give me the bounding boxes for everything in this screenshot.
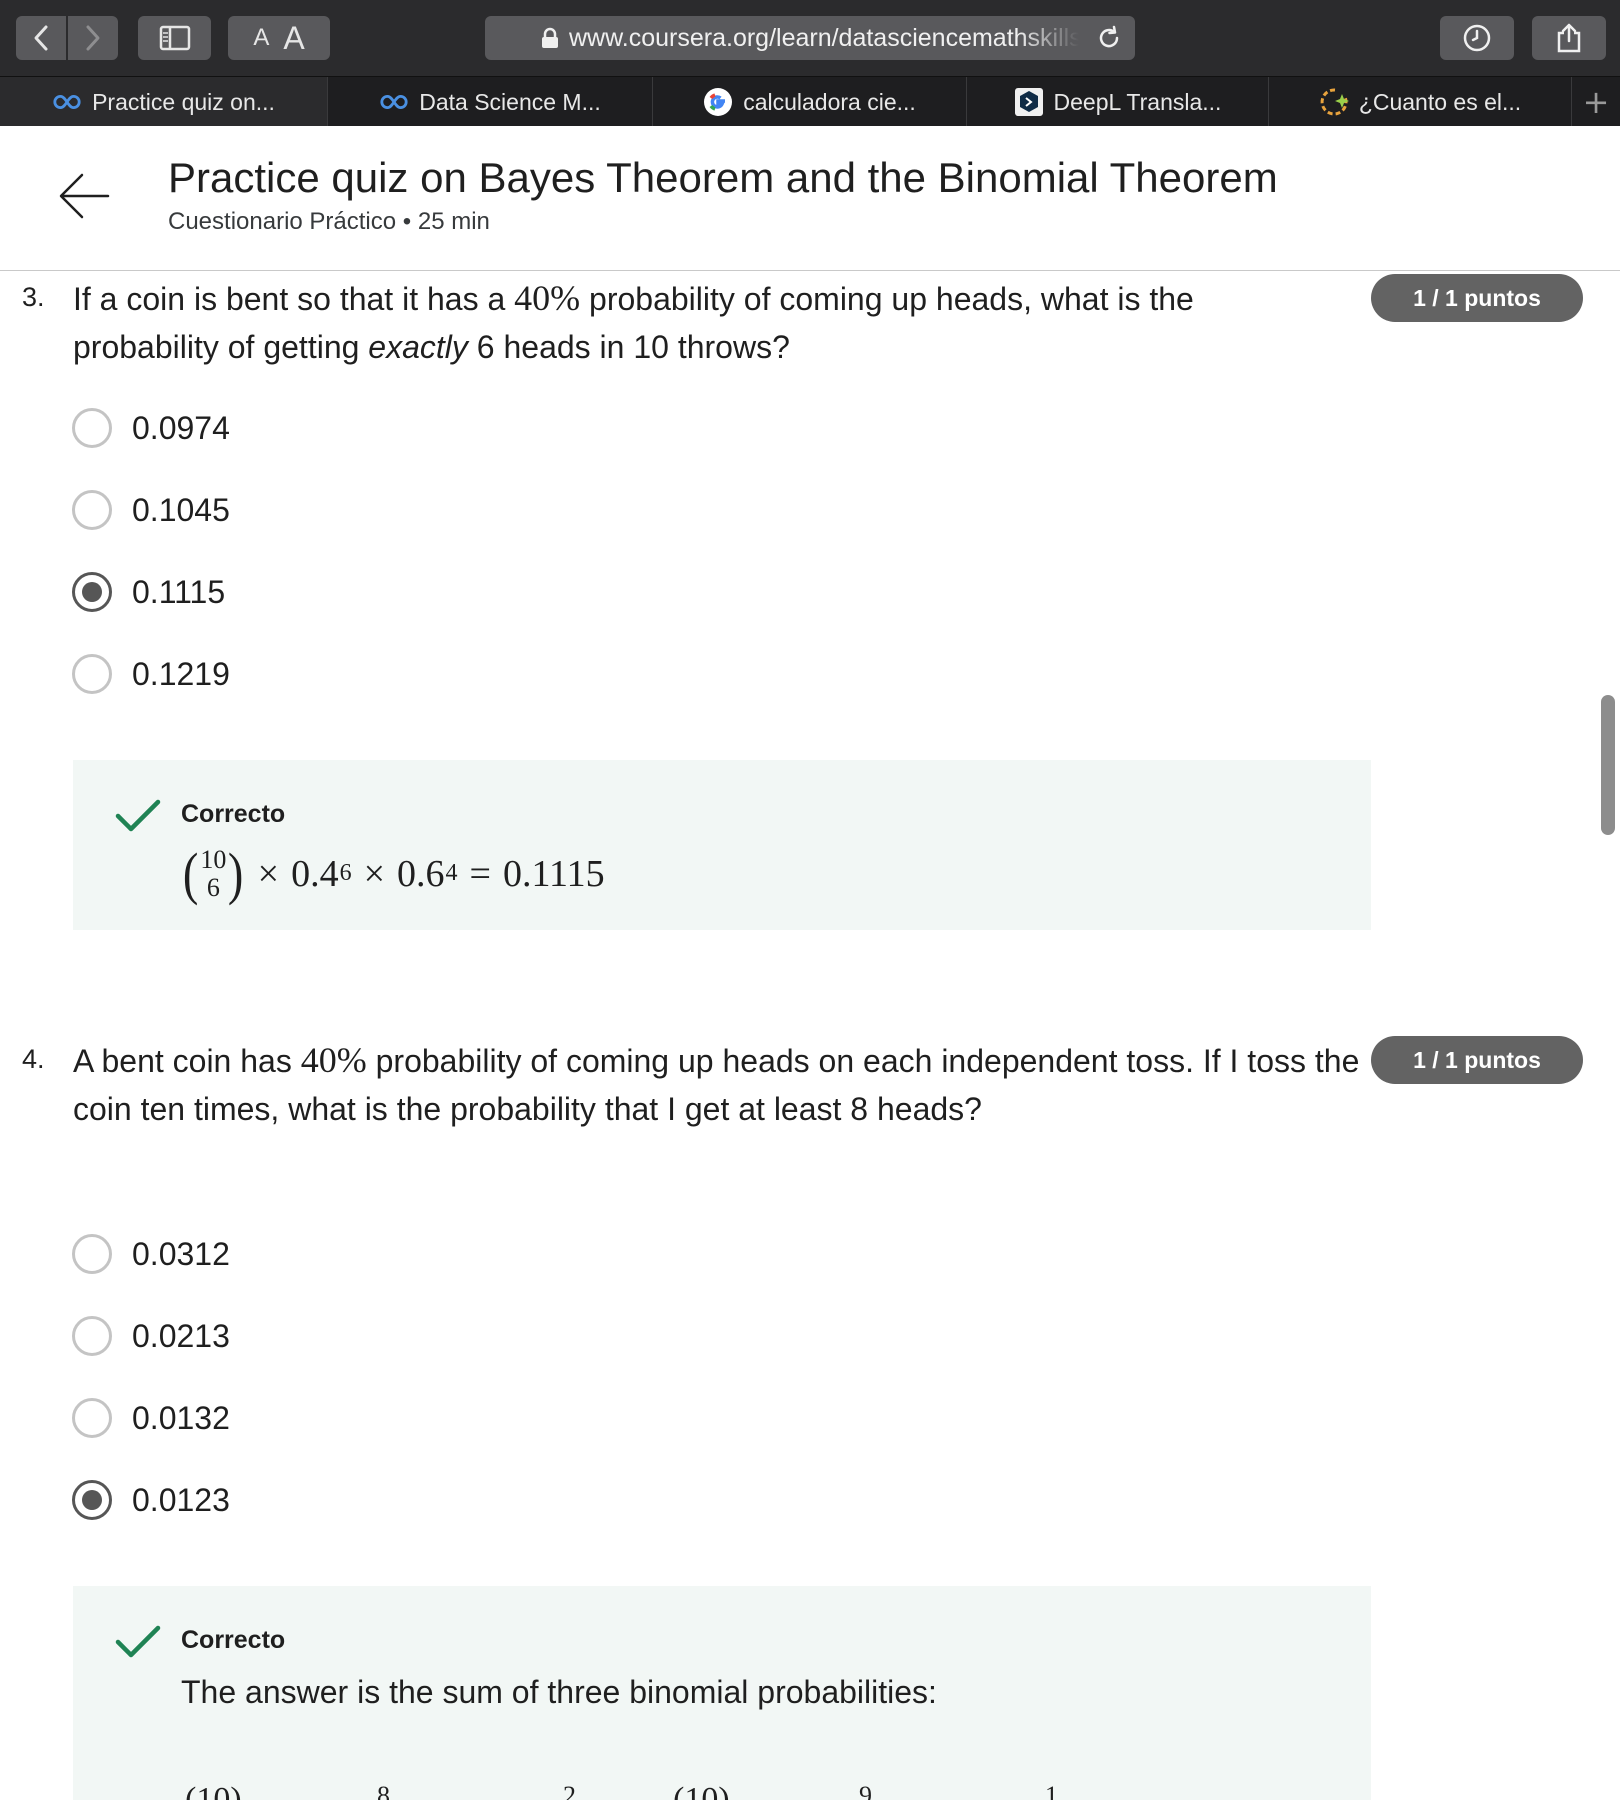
answer-option[interactable]: 0.0132 <box>72 1396 230 1440</box>
option-label: 0.1045 <box>132 491 230 528</box>
feedback-formula: ( 10 6 ) × 0.4 6 × 0.6 4 = 0.1115 <box>182 841 605 906</box>
option-label: 0.0123 <box>132 1481 230 1518</box>
tab-label: ¿Cuanto es el... <box>1358 88 1522 115</box>
answer-option[interactable]: 0.1115 <box>72 570 225 614</box>
chevron-right-icon <box>86 25 100 51</box>
radio-button-selected[interactable] <box>72 1480 112 1520</box>
answer-option[interactable]: 0.1045 <box>72 488 230 532</box>
option-label: 0.1219 <box>132 655 230 692</box>
clock-icon <box>1463 24 1491 52</box>
tab-label: calculadora cie... <box>743 88 916 115</box>
answer-option[interactable]: 0.0213 <box>72 1314 230 1358</box>
radio-button[interactable] <box>72 1398 112 1438</box>
option-label: 0.0312 <box>132 1235 230 1272</box>
tab-data-science[interactable]: Data Science M... <box>328 77 653 127</box>
coursera-icon <box>52 87 82 117</box>
quiz-header: Practice quiz on Bayes Theorem and the B… <box>0 126 1620 271</box>
tab-label: Practice quiz on... <box>92 88 275 115</box>
tab-practice-quiz[interactable]: Practice quiz on... <box>0 77 328 127</box>
lock-icon <box>542 27 558 48</box>
feedback-text: The answer is the sum of three binomial … <box>181 1674 937 1710</box>
page-subtitle: Cuestionario Práctico • 25 min <box>168 208 490 235</box>
tab-calculadora[interactable]: calculadora cie... <box>653 77 967 127</box>
chevron-left-icon <box>34 25 48 51</box>
history-button[interactable] <box>1440 16 1514 60</box>
forward-button[interactable] <box>68 16 118 60</box>
checkmark-icon <box>115 799 161 832</box>
scrollbar-thumb[interactable] <box>1601 695 1615 835</box>
new-tab-button[interactable]: + <box>1572 77 1620 127</box>
binomial-coefficient: ( 10 6 ) <box>182 841 244 906</box>
points-badge: 1 / 1 puntos <box>1371 1036 1583 1084</box>
text-size-large-label: A <box>283 19 305 56</box>
answer-option[interactable]: 0.0123 <box>72 1478 230 1522</box>
share-button[interactable] <box>1532 16 1606 60</box>
tab-label: DeepL Transla... <box>1053 88 1222 115</box>
share-icon <box>1557 23 1581 53</box>
address-bar[interactable]: www.coursera.org/learn/datasciencemathsk… <box>485 16 1135 60</box>
points-badge: 1 / 1 puntos <box>1371 274 1583 322</box>
feedback-box: Correcto ( 10 6 ) × 0.4 6 × 0.6 4 = 0.1115 <box>73 760 1371 930</box>
radio-button[interactable] <box>72 654 112 694</box>
sparkle-icon <box>1319 87 1349 117</box>
answer-option[interactable]: 0.0312 <box>72 1232 230 1276</box>
checkmark-icon <box>115 1625 161 1658</box>
arrow-left-icon[interactable] <box>58 170 110 222</box>
radio-button[interactable] <box>72 490 112 530</box>
option-label: 0.0974 <box>132 409 230 446</box>
sidebar-toggle-button[interactable] <box>138 16 211 60</box>
deepl-icon <box>1014 87 1044 117</box>
browser-toolbar: A A www.coursera.org/learn/datasciencema… <box>0 0 1620 76</box>
question-number: 4. <box>22 1044 45 1074</box>
reload-icon[interactable] <box>1095 24 1123 52</box>
tab-deepl[interactable]: DeepL Transla... <box>967 77 1269 127</box>
coursera-icon <box>379 87 409 117</box>
option-label: 0.0132 <box>132 1399 230 1436</box>
question-text: A bent coin has 40% probability of comin… <box>73 1040 1360 1127</box>
sidebar-icon <box>159 25 190 51</box>
google-icon <box>703 87 733 117</box>
feedback-status: Correcto <box>181 800 286 828</box>
option-label: 0.1115 <box>132 573 226 610</box>
question-text: If a coin is bent so that it has a 40% p… <box>73 278 1194 365</box>
radio-button[interactable] <box>72 1234 112 1274</box>
option-label: 0.0213 <box>132 1317 230 1354</box>
page-title: Practice quiz on Bayes Theorem and the B… <box>168 154 1278 201</box>
text-size-small-label: A <box>253 24 270 51</box>
feedback-status: Correcto <box>181 1626 286 1654</box>
answer-option[interactable]: 0.0974 <box>72 406 230 450</box>
radio-button-selected[interactable] <box>72 572 112 612</box>
browser-tab-bar: Practice quiz on... Data Science M... ca… <box>0 76 1620 127</box>
back-button[interactable] <box>16 16 66 60</box>
feedback-box: Correcto The answer is the sum of three … <box>73 1586 1371 1800</box>
radio-button[interactable] <box>72 408 112 448</box>
text-size-button[interactable]: A A <box>228 16 330 60</box>
question-number: 3. <box>22 282 45 312</box>
radio-button[interactable] <box>72 1316 112 1356</box>
tab-cuanto-es[interactable]: ¿Cuanto es el... <box>1269 77 1572 127</box>
url-text: www.coursera.org/learn/datasciencemathsk… <box>569 23 1079 52</box>
tab-label: Data Science M... <box>419 88 601 115</box>
answer-option[interactable]: 0.1219 <box>72 652 230 696</box>
feedback-formula-partial: (10) 8 2 (10) 9 1 <box>185 1781 1058 1800</box>
